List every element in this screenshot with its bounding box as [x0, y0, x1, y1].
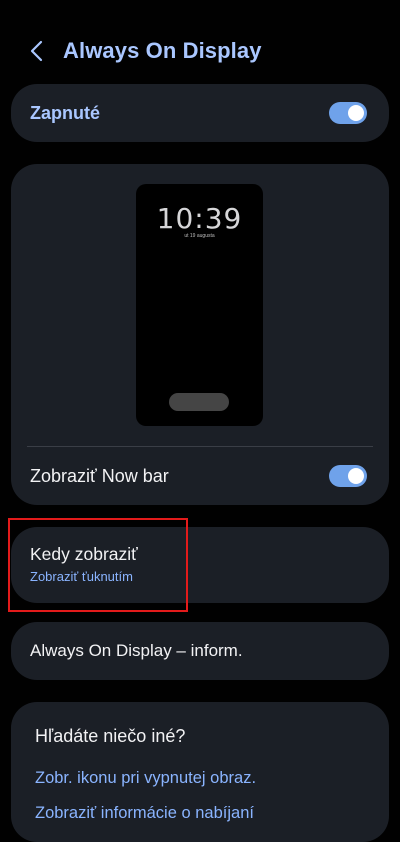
back-chevron-icon[interactable]: [26, 39, 48, 63]
page-title: Always On Display: [63, 38, 262, 63]
aod-info-card[interactable]: Always On Display – inform.: [11, 622, 389, 680]
main-toggle-label: Zapnuté: [30, 103, 100, 123]
nowbar-toggle-switch[interactable]: [329, 465, 367, 487]
preview-clock: 10:39: [156, 202, 243, 235]
now-bar-pill: [169, 393, 229, 411]
switch-knob: [348, 468, 364, 484]
divider: [27, 446, 373, 447]
link-show-icon-screen-off[interactable]: Zobr. ikonu pri vypnutej obraz.: [35, 769, 256, 788]
preview-date: ut 19 augusta: [184, 233, 215, 239]
top-bar: Always On Display: [0, 24, 400, 78]
looking-for-else-card: Hľadáte niečo iné? Zobr. ikonu pri vypnu…: [11, 702, 389, 842]
looking-heading: Hľadáte niečo iné?: [35, 726, 186, 746]
phone-preview[interactable]: 10:39 ut 19 augusta: [136, 184, 263, 426]
nowbar-label: Zobraziť Now bar: [30, 466, 169, 486]
main-toggle-card[interactable]: Zapnuté: [11, 84, 389, 142]
main-toggle-switch[interactable]: [329, 102, 367, 124]
highlight-box: [8, 518, 188, 612]
preview-card: 10:39 ut 19 augusta Zobraziť Now bar: [11, 164, 389, 505]
aod-info-label: Always On Display – inform.: [30, 641, 243, 660]
switch-knob: [348, 105, 364, 121]
